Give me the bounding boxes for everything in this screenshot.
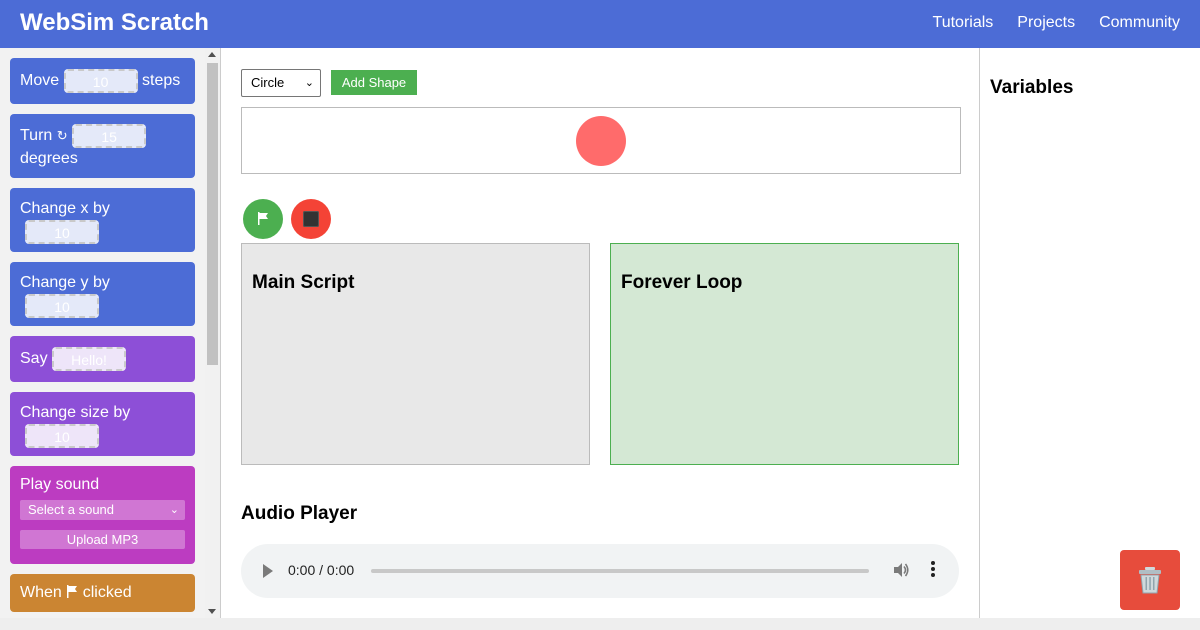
flag-icon: [67, 585, 78, 598]
audio-player: 0:00 / 0:00: [241, 544, 959, 598]
change-x-input[interactable]: 10: [25, 220, 99, 244]
palette-scrollbar[interactable]: [205, 48, 220, 618]
sprite-circle[interactable]: [576, 116, 626, 166]
nav-projects[interactable]: Projects: [1017, 14, 1075, 32]
forever-loop-area[interactable]: Forever Loop: [610, 243, 959, 465]
stop-icon: [303, 211, 319, 227]
green-flag-icon: [258, 212, 268, 225]
variables-panel: Variables: [980, 48, 1200, 618]
variables-title: Variables: [990, 77, 1074, 98]
change-y-label: Change y by: [20, 274, 110, 291]
sound-select-value: Select a sound: [28, 502, 115, 517]
chevron-down-icon: ⌄: [169, 504, 179, 516]
block-palette: Move 10 steps Turn ↻ 15 degrees Change x…: [0, 48, 205, 618]
change-x-label: Change x by: [20, 200, 110, 217]
turn-block[interactable]: Turn ↻ 15 degrees: [10, 114, 195, 178]
turn-degrees-label: degrees: [20, 150, 78, 167]
change-size-block[interactable]: Change size by 10: [10, 392, 195, 456]
play-sound-label: Play sound: [20, 476, 100, 493]
chevron-down-icon: ⌄: [304, 77, 314, 89]
change-x-block[interactable]: Change x by 10: [10, 188, 195, 252]
main-script-area[interactable]: Main Script: [241, 243, 590, 465]
move-block[interactable]: Move 10 steps: [10, 58, 195, 104]
shape-select[interactable]: Circle ⌄: [241, 69, 321, 97]
turn-label: Turn: [20, 127, 53, 145]
sound-select[interactable]: Select a sound ⌄: [20, 500, 185, 520]
bottom-scroll-region: [0, 618, 1200, 630]
nav-tutorials[interactable]: Tutorials: [933, 14, 994, 32]
stop-button[interactable]: [291, 199, 331, 239]
forever-loop-title: Forever Loop: [621, 272, 743, 293]
say-text-input[interactable]: Hello!: [52, 346, 127, 371]
say-label: Say: [20, 350, 48, 367]
when-flag-clicked-block[interactable]: When clicked: [10, 574, 195, 612]
scroll-up-icon[interactable]: [208, 52, 216, 57]
change-y-block[interactable]: Change y by 10: [10, 262, 195, 326]
when-label: When: [20, 584, 62, 601]
trash-icon: [1139, 567, 1161, 594]
run-button[interactable]: [243, 199, 283, 239]
upload-mp3-button[interactable]: Upload MP3: [20, 530, 185, 549]
rotate-clockwise-icon: ↻: [56, 128, 68, 144]
audio-progress-track[interactable]: [371, 569, 869, 573]
turn-degrees-input[interactable]: 15: [72, 124, 147, 148]
move-steps-label: steps: [142, 72, 181, 89]
scroll-thumb[interactable]: [207, 63, 218, 365]
top-nav: Tutorials Projects Community: [933, 14, 1180, 32]
main-workspace: Circle ⌄ Add Shape Main Script Forever L…: [221, 48, 979, 618]
stage-canvas[interactable]: [241, 107, 961, 174]
play-icon[interactable]: [263, 564, 273, 578]
nav-community[interactable]: Community: [1099, 14, 1180, 32]
main-script-title: Main Script: [252, 272, 355, 293]
add-shape-button[interactable]: Add Shape: [331, 70, 417, 95]
volume-icon[interactable]: [892, 561, 910, 579]
shape-select-value: Circle: [251, 75, 285, 90]
scroll-down-icon[interactable]: [208, 609, 216, 614]
change-size-input[interactable]: 10: [25, 424, 99, 448]
move-label: Move: [20, 72, 60, 89]
change-size-label: Change size by: [20, 404, 131, 421]
audio-player-title: Audio Player: [241, 503, 358, 524]
app-title: WebSim Scratch: [20, 9, 209, 36]
change-y-input[interactable]: 10: [25, 294, 99, 318]
audio-time: 0:00 / 0:00: [288, 562, 355, 578]
more-options-icon[interactable]: [931, 561, 935, 579]
app-header: WebSim Scratch Tutorials Projects Commun…: [0, 0, 1200, 48]
play-sound-block[interactable]: Play sound Select a sound ⌄ Upload MP3: [10, 466, 195, 564]
move-steps-input[interactable]: 10: [63, 68, 138, 93]
say-block[interactable]: Say Hello!: [10, 336, 195, 382]
trash-button[interactable]: [1120, 550, 1180, 610]
clicked-label: clicked: [82, 584, 132, 601]
